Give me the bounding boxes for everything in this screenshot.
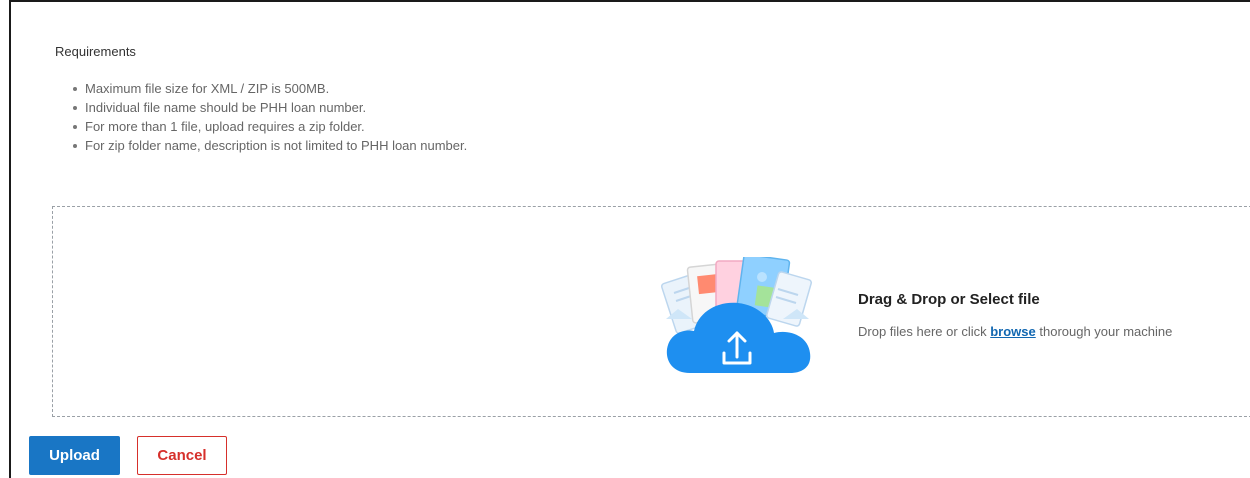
dropzone-subtitle-after: thorough your machine <box>1039 324 1173 339</box>
cloud-upload-icon <box>660 257 812 373</box>
requirement-item: Maximum file size for XML / ZIP is 500MB… <box>71 79 467 98</box>
file-dropzone[interactable]: Drag & Drop or Select file Drop files he… <box>52 206 1250 417</box>
upload-button[interactable]: Upload <box>29 436 120 475</box>
requirements-title: Requirements <box>55 44 136 59</box>
requirement-item: Individual file name should be PHH loan … <box>71 98 467 117</box>
dropzone-subtitle: Drop files here or click browse thorough… <box>858 324 1172 339</box>
requirement-item: For more than 1 file, upload requires a … <box>71 117 467 136</box>
browse-link[interactable]: browse <box>990 324 1036 339</box>
requirement-item: For zip folder name, description is not … <box>71 136 467 155</box>
dropzone-title: Drag & Drop or Select file <box>858 291 1040 308</box>
cancel-button[interactable]: Cancel <box>137 436 227 475</box>
upload-panel: Requirements Maximum file size for XML /… <box>9 0 1250 478</box>
requirements-list: Maximum file size for XML / ZIP is 500MB… <box>71 79 467 155</box>
dropzone-subtitle-before: Drop files here or click <box>858 324 987 339</box>
dropzone-text: Drag & Drop or Select file Drop files he… <box>858 291 1172 339</box>
